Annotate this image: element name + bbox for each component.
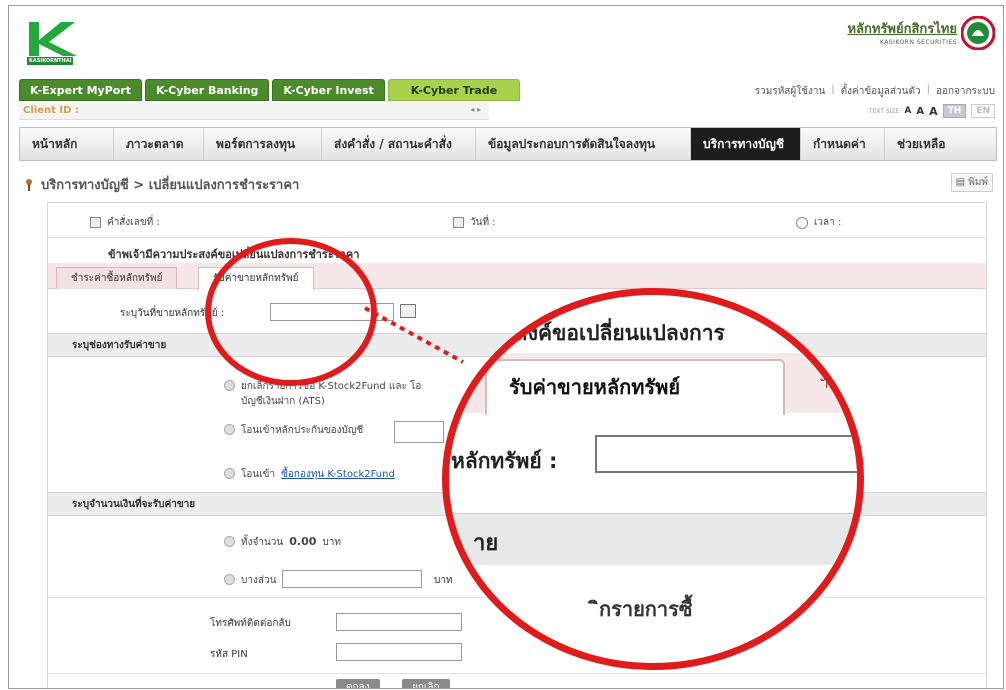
browser-frame: KASIKORNTHAI หลักทรัพย์กสิกรไทย KASIKORN… xyxy=(8,5,1004,689)
link-profile-settings[interactable]: ตั้งค่าข้อมูลส่วนตัว xyxy=(841,84,921,99)
time-label: เวลา : xyxy=(814,217,842,228)
text-size-medium[interactable]: A xyxy=(916,106,924,117)
lang-en-button[interactable]: EN xyxy=(971,104,995,118)
lang-th-button[interactable]: TH xyxy=(942,104,967,118)
nav-investment-info[interactable]: ข้อมูลประกอบการตัดสินใจลงทุน xyxy=(476,128,691,160)
print-label: พิมพ์ xyxy=(968,177,988,188)
option-transfer-prefix: โอนเข้า xyxy=(241,469,276,480)
divider xyxy=(48,673,986,674)
nav-home[interactable]: หน้าหลัก xyxy=(20,128,114,160)
clock-icon xyxy=(796,216,808,229)
text-size-small[interactable]: A xyxy=(904,106,911,116)
text-size-large[interactable]: A xyxy=(929,105,938,118)
document-icon xyxy=(90,217,101,228)
time-field: เวลา : xyxy=(796,215,841,230)
radio-button[interactable] xyxy=(224,536,235,547)
user-links: รวมรหัสผู้ใช้งาน | ตั้งค่าข้อมูลส่วนตัว … xyxy=(755,84,995,99)
brand-block: หลักทรัพย์กสิกรไทย KASIKORN SECURITIES xyxy=(847,18,957,46)
option-full-amount[interactable]: ทั้งจำนวน 0.00 บาท xyxy=(224,535,341,550)
tab-k-cyber-invest[interactable]: K-Cyber Invest xyxy=(272,79,385,101)
option-partial-amount[interactable]: บางส่วน xyxy=(224,573,276,588)
logo-caption: KASIKORNTHAI xyxy=(29,58,72,64)
zoom-field-label: หลักทรัพย์ : xyxy=(451,449,558,473)
phone-input[interactable] xyxy=(336,613,462,631)
pin-input[interactable] xyxy=(336,643,462,661)
nav-portfolio[interactable]: พอร์ตการลงทุน xyxy=(204,128,322,160)
radio-button[interactable] xyxy=(224,468,235,479)
zoom-intent-text: ประสงค์ขอเปลี่ยนแปลงการ xyxy=(479,321,725,345)
zoom-section-label: าย xyxy=(473,531,499,556)
link-logout[interactable]: ออกจากระบบ xyxy=(936,84,995,99)
zoom-section-band xyxy=(449,513,857,565)
collateral-account-input[interactable] xyxy=(394,421,444,443)
order-number-field: คำสั่งเลขที่ : xyxy=(90,215,160,230)
client-id-label: Client ID : xyxy=(23,105,79,116)
magnified-content: ประสงค์ขอเปลี่ยนแปลงการ รับค่าขายหลักทรั… xyxy=(449,295,857,663)
calendar-icon xyxy=(453,217,464,228)
zoom-date-input xyxy=(595,435,857,473)
tab-k-cyber-banking[interactable]: K-Cyber Banking xyxy=(145,79,270,101)
nav-help[interactable]: ช่วยเหลือ xyxy=(885,128,996,160)
nav-account-services[interactable]: บริการทางบัญชี xyxy=(691,128,801,160)
link-combine-users[interactable]: รวมรหัสผู้ใช้งาน xyxy=(755,84,826,99)
nav-settings[interactable]: กำหนดค่า xyxy=(801,128,885,160)
tab-k-expert-myport[interactable]: K-Expert MyPort xyxy=(19,79,143,101)
divider: | xyxy=(831,84,835,95)
print-button[interactable]: ▤ พิมพ์ xyxy=(950,173,993,192)
highlight-circle xyxy=(205,238,377,386)
date-label: วันที่ : xyxy=(470,217,496,228)
option-cancel-k-stock2fund[interactable]: ยกเลิกรายการซื้อ K-Stock2Fund และ โอ บัญ… xyxy=(224,379,421,409)
printer-icon: ▤ xyxy=(955,177,966,188)
radio-button[interactable] xyxy=(224,424,235,435)
radio-button[interactable] xyxy=(224,380,235,391)
divider: | xyxy=(926,84,930,95)
brand-name[interactable]: หลักทรัพย์กสิกรไทย xyxy=(847,18,957,39)
option-transfer-fund[interactable]: โอนเข้า ซื้อกองทุน K-Stock2Fund xyxy=(224,467,395,482)
order-number-label: คำสั่งเลขที่ : xyxy=(107,217,160,228)
tab-pay-for-purchase[interactable]: ชำระค่าซื้อหลักทรัพย์ xyxy=(56,267,178,289)
pin-label: รหัส PIN xyxy=(210,649,248,660)
kasikorn-emblem-icon xyxy=(961,16,995,50)
option-cancel-line2: บัญชีเงินฝาก (ATS) xyxy=(241,396,325,407)
full-amount-label: ทั้งจำนวน xyxy=(241,537,284,548)
full-amount-value: 0.00 xyxy=(289,535,317,548)
brand-subtitle: KASIKORN SECURITIES xyxy=(879,39,957,46)
radio-button[interactable] xyxy=(224,574,235,585)
baht-unit: บาท xyxy=(322,537,341,548)
nav-orders[interactable]: ส่งคำสั่ง / สถานะคำสั่ง xyxy=(322,128,476,160)
ok-button[interactable]: ตกลง xyxy=(336,679,380,688)
zoom-trailing-text: ัก xyxy=(825,377,833,391)
pin-icon xyxy=(26,178,32,191)
main-nav: หน้าหลัก ภาวะตลาด พอร์ตการลงทุน ส่งคำสั่… xyxy=(19,127,997,161)
divider xyxy=(48,237,986,238)
magnifier-callout: ประสงค์ขอเปลี่ยนแปลงการ รับค่าขายหลักทรั… xyxy=(442,288,864,670)
date-field: วันที่ : xyxy=(453,215,496,230)
product-tabs: K-Expert MyPort K-Cyber Banking K-Cyber … xyxy=(19,79,521,101)
text-size-controls: TEXT SIZE A A A TH EN xyxy=(869,104,995,118)
nav-market[interactable]: ภาวะตลาด xyxy=(114,128,204,160)
client-scroll-arrows[interactable]: ◂ ▸ xyxy=(470,105,481,114)
phone-label: โทรศัพท์ติดต่อกลับ xyxy=(210,618,291,629)
k-stock2fund-link[interactable]: ซื้อกองทุน K-Stock2Fund xyxy=(281,467,395,482)
breadcrumb-text: บริการทางบัญชี > เปลี่ยนแปลงการชำระราคา xyxy=(41,178,300,193)
client-bar: Client ID : ◂ ▸ xyxy=(19,102,489,120)
breadcrumb: บริการทางบัญชี > เปลี่ยนแปลงการชำระราคา xyxy=(23,174,299,195)
zoom-below-text: ิกรายการซื้ xyxy=(599,597,693,621)
tab-k-cyber-trade[interactable]: K-Cyber Trade xyxy=(387,79,521,101)
partial-amount-input[interactable] xyxy=(282,570,422,588)
zoom-tab-label: รับค่าขายหลักทรัพย์ xyxy=(509,375,681,399)
option-collateral-text: โอนเข้าหลักประกันของบัญชี xyxy=(241,425,364,436)
cancel-button[interactable]: ยกเลิก xyxy=(402,679,450,688)
subtabs-band xyxy=(48,263,986,289)
partial-amount-label: บางส่วน xyxy=(241,575,277,586)
text-size-label: TEXT SIZE xyxy=(868,107,900,115)
option-transfer-collateral[interactable]: โอนเข้าหลักประกันของบัญชี xyxy=(224,423,363,438)
